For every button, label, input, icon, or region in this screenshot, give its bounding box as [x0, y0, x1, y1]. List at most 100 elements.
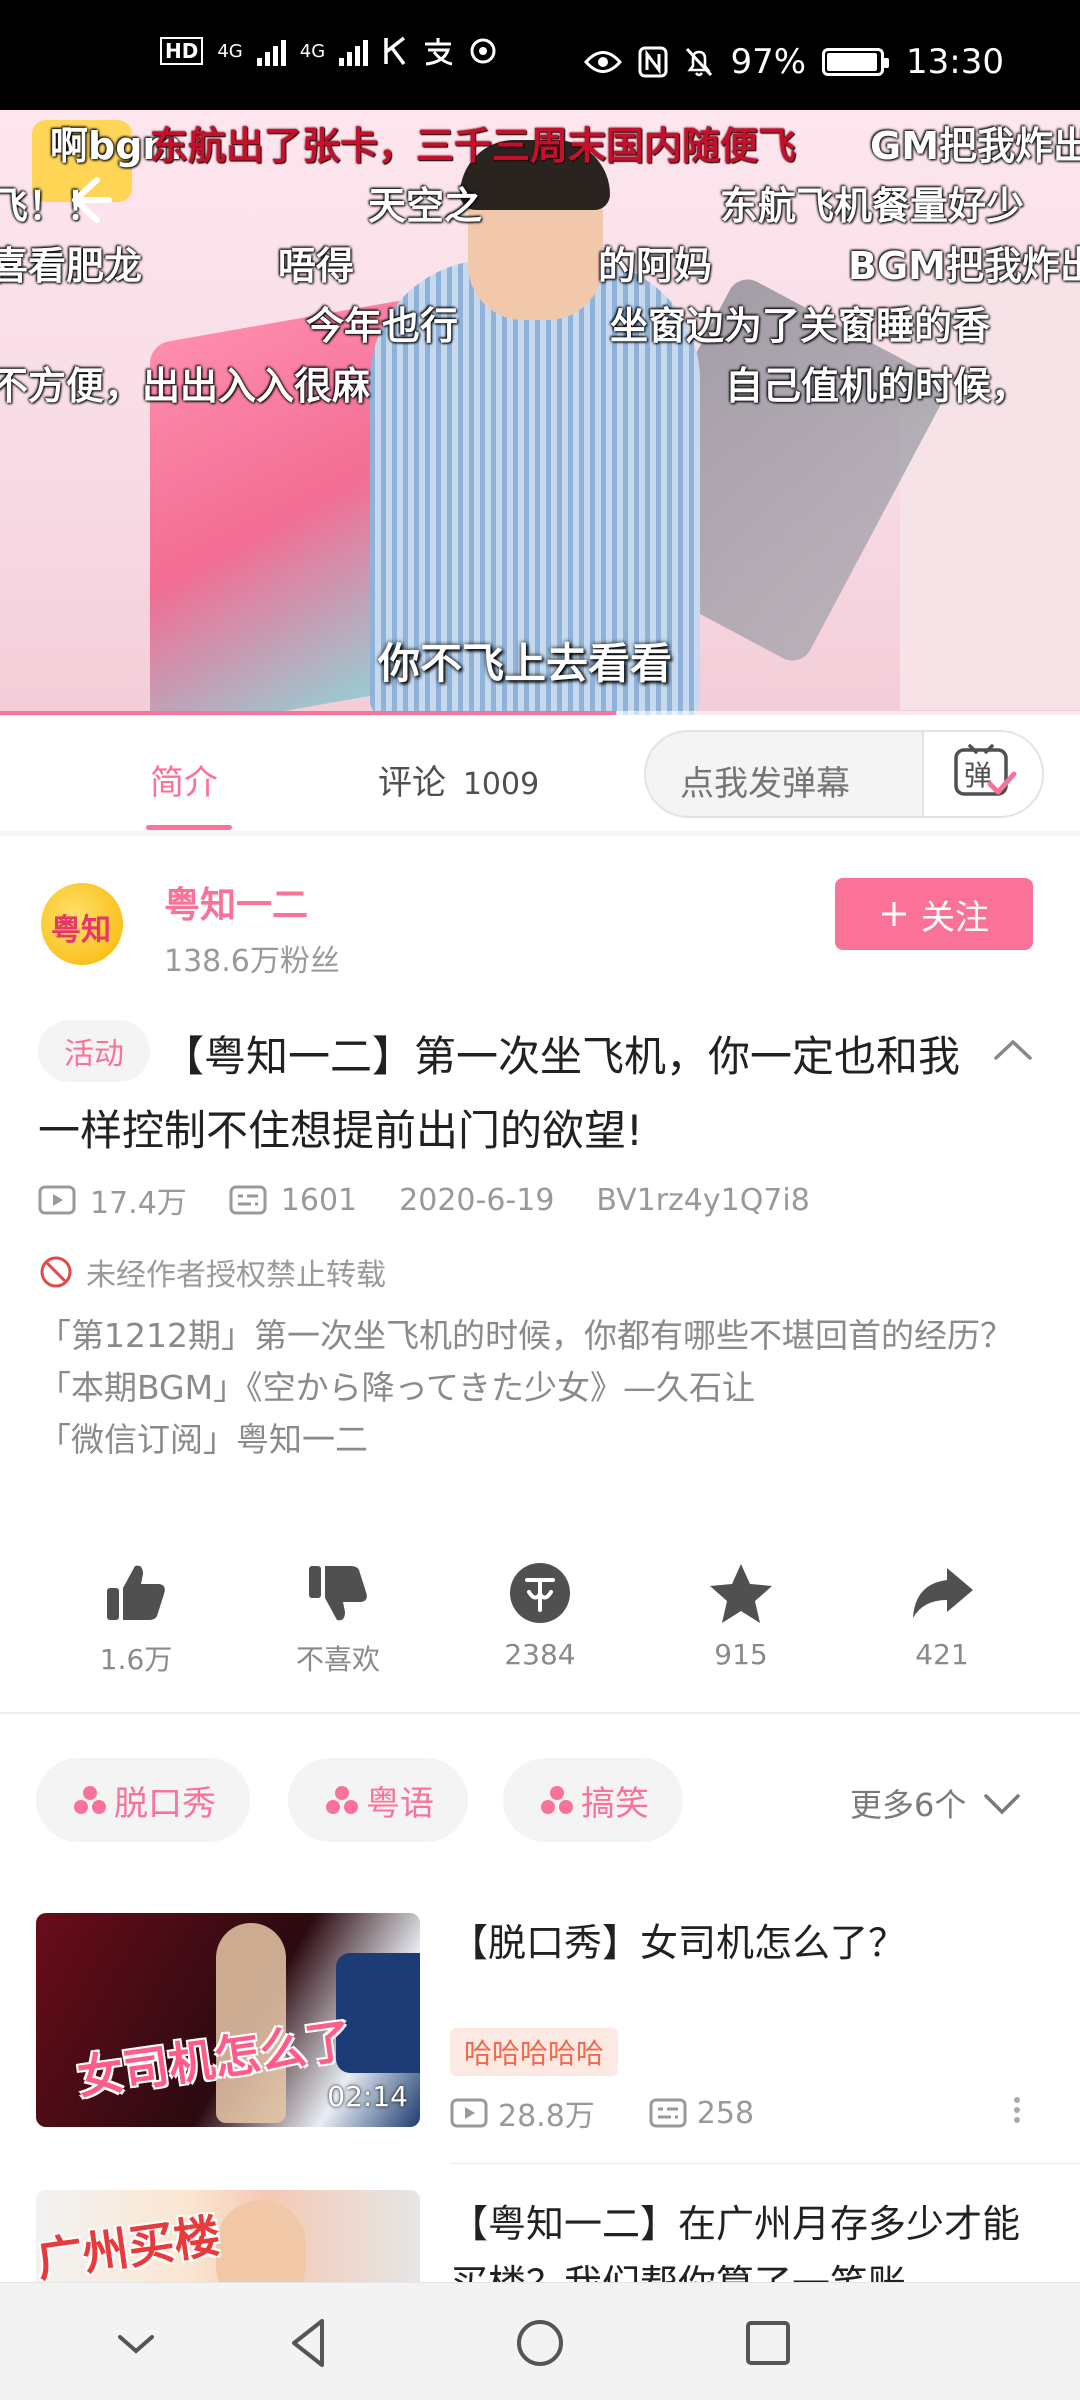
like-icon	[107, 1565, 165, 1620]
follow-label: 关注	[921, 897, 989, 938]
coin-count: 2384	[504, 1638, 576, 1671]
related-thumbnail[interactable]: 广州买楼	[36, 2190, 420, 2282]
tab-intro[interactable]: 简介	[150, 755, 218, 804]
thumb-person	[216, 2200, 306, 2282]
danmaku-comment: 不方便，出出入入很麻	[0, 364, 371, 408]
status-right: 97% 13:30	[584, 42, 1004, 82]
related-badge: 哈哈哈哈哈	[450, 2028, 619, 2076]
battery-level	[827, 53, 878, 71]
location-icon	[470, 38, 496, 64]
tag-chip[interactable]: 粤语	[288, 1758, 468, 1842]
description-line: 「微信订阅」粤知一二	[38, 1420, 368, 1459]
tag-chip[interactable]: 搞笑	[503, 1758, 683, 1842]
description-line: 「第1212期」第一次坐飞机的时候，你都有哪些不堪回首的经历？	[38, 1316, 1013, 1355]
related-title[interactable]: 【脱口秀】女司机怎么了？	[450, 1913, 1050, 1973]
action-bar: 1.6万 不喜欢 2384 915 421	[0, 1560, 1080, 1690]
tag-icon	[541, 1786, 573, 1814]
plus-icon	[882, 902, 906, 926]
danmaku-comment: 东航飞机餐量好少	[720, 184, 1025, 228]
battery-percent: 97%	[730, 42, 807, 82]
related-thumbnail[interactable]: 女司机怎么了 02:14	[36, 1913, 420, 2127]
dislike-icon	[309, 1566, 367, 1621]
views-icon	[38, 1185, 76, 1215]
video-meta: 17.4万 1601 2020-6-19 BV1rz4y1Q7i8	[38, 1178, 810, 1222]
divider	[450, 2163, 1080, 2164]
thumb-caption: 广州买楼	[36, 2208, 224, 2282]
nfc-icon	[638, 46, 668, 78]
collapse-nav-icon[interactable]	[106, 2313, 166, 2373]
danmaku-comment: 自己值机的时候，	[725, 364, 1030, 408]
eye-icon	[584, 51, 623, 73]
status-left: HD 4G 4G	[160, 36, 498, 66]
activity-tag[interactable]: 活动	[38, 1020, 150, 1082]
bvid: BV1rz4y1Q7i8	[596, 1182, 810, 1218]
hd-icon: HD	[160, 37, 204, 65]
avatar-text: 粤知	[51, 913, 111, 948]
signal-icon	[256, 36, 286, 66]
dislike-button[interactable]: 不喜欢	[258, 1560, 418, 1678]
tab-comments[interactable]: 评论 1009	[378, 755, 539, 804]
video-player[interactable]: 啊bgm 东航出了张卡，三千三周末国内随便飞 GM把我炸出 飞！！ 天空之 东航…	[0, 110, 1080, 715]
divider	[0, 1712, 1080, 1714]
dislike-label: 不喜欢	[295, 1643, 380, 1676]
danmaku-count-icon	[649, 2098, 687, 2128]
more-tags-button[interactable]: 更多6个	[850, 1780, 1022, 1826]
danmaku-comment: 喜看肥龙	[0, 244, 143, 288]
related-danmaku: 258	[696, 2095, 755, 2131]
favorite-count: 915	[714, 1638, 768, 1671]
no-repost-notice: 未经作者授权禁止转载	[38, 1250, 386, 1294]
chevron-down-icon	[984, 1794, 1021, 1815]
more-options-icon[interactable]	[1014, 2093, 1022, 2127]
divider	[0, 830, 1080, 836]
clock: 13:30	[906, 42, 1004, 82]
tag-chip[interactable]: 脱口秀	[36, 1758, 250, 1842]
danmaku-toggle-button[interactable]: 弹	[922, 732, 1042, 816]
more-tags-label: 更多6个	[850, 1786, 967, 1824]
coin-button[interactable]: 2384	[460, 1560, 620, 1671]
danmaku-comment: 坐窗边为了关窗睡的香	[610, 304, 991, 348]
danmaku-toggle-icon: 弹	[954, 744, 1017, 796]
tag-label: 脱口秀	[114, 1783, 216, 1824]
uploader-name[interactable]: 粤知一二	[164, 876, 308, 928]
danmaku-input-box[interactable]: 点我发弹幕 弹	[644, 730, 1044, 818]
signal-icon-2	[339, 36, 369, 66]
recents-nav-icon[interactable]	[738, 2313, 798, 2373]
tab-comments-count: 1009	[462, 767, 540, 802]
like-count: 1.6万	[99, 1643, 173, 1676]
favorite-icon	[710, 1564, 772, 1623]
tag-icon	[74, 1786, 106, 1814]
publish-date: 2020-6-19	[399, 1182, 555, 1218]
video-description: 「第1212期」第一次坐飞机的时候，你都有哪些不堪回首的经历？ 「本期BGM」《…	[38, 1310, 1038, 1466]
danmaku-count-icon	[229, 1185, 267, 1215]
no-repost-text: 未经作者授权禁止转载	[86, 1258, 386, 1293]
tag-label: 搞笑	[581, 1783, 649, 1824]
danmaku-comment: 东航出了张卡，三千三周末国内随便飞	[150, 124, 797, 168]
chevron-up-icon[interactable]	[990, 1030, 1036, 1070]
like-button[interactable]: 1.6万	[56, 1560, 216, 1678]
tab-bar: 简介 评论 1009 点我发弹幕 弹	[0, 715, 1080, 835]
description-line: 「本期BGM」《空から降ってきた少女》—久石让	[38, 1368, 755, 1407]
home-nav-icon[interactable]	[510, 2313, 570, 2373]
danmaku-comment: 唔得	[278, 244, 355, 288]
tab-comments-label: 评论	[378, 763, 446, 803]
follow-button[interactable]: 关注	[835, 878, 1033, 950]
favorite-button[interactable]: 915	[661, 1560, 821, 1671]
back-arrow-icon[interactable]	[55, 170, 115, 230]
tag-icon	[326, 1786, 358, 1814]
views-icon	[450, 2098, 488, 2128]
k-icon	[384, 36, 406, 66]
related-views: 28.8万	[498, 2099, 595, 2134]
uploader-fans: 138.6万粉丝	[164, 944, 340, 979]
danmaku-input-placeholder[interactable]: 点我发弹幕	[680, 756, 850, 805]
danmaku-comment: 的阿妈	[598, 244, 713, 288]
forbidden-icon	[40, 1256, 72, 1288]
related-video-item[interactable]: 广州买楼 【粤知一二】在广州月存多少才能买楼？我们帮你算了一笔账	[0, 2190, 1080, 2282]
share-button[interactable]: 421	[862, 1560, 1022, 1671]
avatar[interactable]: 粤知	[38, 880, 126, 968]
related-title[interactable]: 【粤知一二】在广州月存多少才能买楼？我们帮你算了一笔账	[450, 2194, 1050, 2282]
alipay-icon	[425, 38, 453, 66]
status-bar: HD 4G 4G 97% 13:30	[0, 0, 1080, 110]
back-nav-icon[interactable]	[280, 2313, 340, 2373]
views-count: 17.4万	[90, 1186, 187, 1221]
network-type-2: 4G	[299, 40, 326, 62]
